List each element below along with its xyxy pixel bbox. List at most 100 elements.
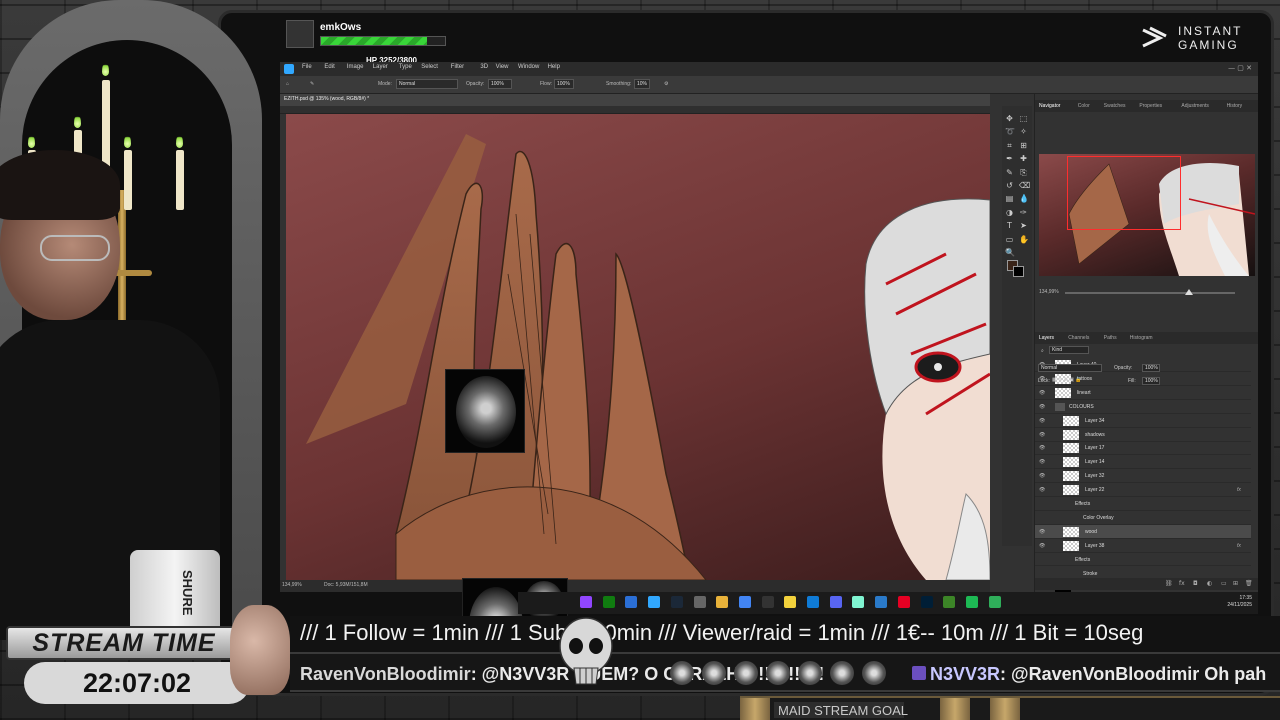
layer-fill-input[interactable]: 100% — [1142, 377, 1160, 385]
photoshop-logo-icon[interactable] — [284, 64, 294, 74]
gradient-tool-icon[interactable]: ▤ — [1005, 194, 1014, 203]
menu-filter[interactable]: Filter — [451, 64, 464, 70]
visibility-eye-icon[interactable]: 👁 — [1039, 473, 1045, 479]
layer-opacity-input[interactable]: 100% — [1142, 364, 1160, 372]
streamlabs-icon[interactable] — [852, 596, 865, 608]
menu-image[interactable]: Image — [347, 64, 364, 70]
tab-swatches[interactable]: Swatches — [1104, 103, 1126, 109]
eyedropper-tool-icon[interactable]: ✒ — [1005, 154, 1014, 163]
type-tool-icon[interactable]: T — [1005, 221, 1014, 230]
lasso-tool-icon[interactable]: ➰ — [1005, 127, 1015, 136]
zoom-tool-icon[interactable]: 🔍 — [1005, 248, 1015, 257]
blur-tool-icon[interactable]: 💧 — [1019, 194, 1029, 203]
layer-row[interactable]: 👁 shadows — [1035, 428, 1251, 442]
navigator-preview[interactable] — [1039, 154, 1255, 276]
tab-layers[interactable]: Layers — [1039, 335, 1054, 341]
tab-properties[interactable]: Properties — [1139, 103, 1162, 109]
menu-window[interactable]: Window — [518, 64, 539, 70]
visibility-eye-icon[interactable]: 👁 — [1039, 390, 1045, 396]
visibility-eye-icon[interactable]: 👁 — [1039, 445, 1045, 451]
filter-kind-icon[interactable]: ⌕ — [1041, 348, 1044, 354]
window-controls[interactable]: — ▢ ✕ — [1228, 64, 1252, 72]
blend-mode-select[interactable]: Normal — [1038, 364, 1102, 372]
tab-history[interactable]: History — [1227, 103, 1243, 109]
settings-gear-icon[interactable]: ⚙ — [664, 81, 668, 87]
brush-tool-icon[interactable]: ✎ — [1005, 168, 1014, 177]
layer-effect-row[interactable]: Effects — [1035, 553, 1251, 567]
tab-navigator[interactable]: Navigator — [1039, 103, 1060, 109]
dodge-tool-icon[interactable]: ◑ — [1005, 208, 1014, 217]
green-app-icon[interactable] — [988, 596, 1001, 608]
yellow-app-icon[interactable] — [784, 596, 797, 608]
link-layers-icon[interactable]: ⛓ — [1165, 580, 1173, 587]
visibility-eye-icon[interactable]: 👁 — [1039, 404, 1045, 410]
visibility-eye-icon[interactable]: 👁 — [1039, 418, 1045, 424]
epic-icon[interactable] — [761, 596, 774, 608]
crop-tool-icon[interactable]: ⌗ — [1005, 141, 1014, 150]
menu-edit[interactable]: Edit — [324, 64, 334, 70]
layer-row[interactable]: 👁 Layer 17 — [1035, 441, 1251, 456]
tab-channels[interactable]: Channels — [1068, 335, 1089, 341]
photoshop-pro-icon[interactable] — [920, 596, 933, 608]
layer-row[interactable]: 👁 Layer 22 fx — [1035, 483, 1251, 498]
eraser-tool-icon[interactable]: ⌫ — [1019, 181, 1030, 190]
delete-layer-icon[interactable]: 🗑 — [1245, 580, 1253, 587]
tab-adjustments[interactable]: Adjustments — [1181, 103, 1209, 109]
tab-paths[interactable]: Paths — [1104, 335, 1117, 341]
home-icon[interactable]: ⌂ — [286, 81, 289, 87]
minecraft-icon[interactable] — [943, 596, 956, 608]
background-color-swatch[interactable] — [1013, 266, 1024, 277]
steam-icon[interactable] — [670, 596, 683, 608]
tab-color[interactable]: Color — [1078, 103, 1090, 109]
magic-wand-tool-icon[interactable]: ✧ — [1019, 127, 1028, 136]
folder-icon[interactable] — [716, 596, 729, 608]
smoothing-input[interactable]: 10% — [634, 79, 650, 89]
layer-effect-row[interactable]: Color Overlay — [1035, 511, 1251, 525]
pen-tool-icon[interactable]: ✑ — [1019, 208, 1028, 217]
menu-view[interactable]: View — [496, 64, 509, 70]
xbox-icon[interactable] — [602, 596, 615, 608]
visibility-eye-icon[interactable]: 👁 — [1039, 543, 1045, 549]
visibility-eye-icon[interactable]: 👁 — [1039, 529, 1045, 535]
layer-fx-icon[interactable]: fx — [1237, 487, 1241, 493]
marquee-tool-icon[interactable]: ⬚ — [1019, 114, 1028, 123]
discord-icon[interactable] — [829, 596, 842, 608]
opacity-input[interactable]: 100% — [488, 79, 512, 89]
layer-fx-icon[interactable]: fx — [1237, 543, 1241, 549]
visibility-eye-icon[interactable]: 👁 — [1039, 432, 1045, 438]
layer-filter-kind[interactable]: Kind — [1049, 346, 1089, 354]
photoshop-icon[interactable] — [648, 596, 661, 608]
layer-row[interactable]: 👁 Layer 38 fx — [1035, 539, 1251, 553]
menu-select[interactable]: Select — [421, 64, 438, 70]
fx-icon[interactable]: fx — [1179, 580, 1185, 587]
path-select-tool-icon[interactable]: ➤ — [1019, 221, 1028, 230]
layer-effect-row[interactable]: Effects — [1035, 497, 1251, 511]
stamp-tool-icon[interactable]: ⎘ — [1019, 168, 1028, 177]
zoom-slider-knob[interactable] — [1185, 289, 1193, 295]
healing-tool-icon[interactable]: ✚ — [1019, 154, 1028, 163]
windows-icon[interactable] — [625, 596, 638, 608]
lock-icons[interactable]: ▦ ✎ ✥ ▣ 🔒 — [1052, 377, 1082, 383]
layer-group-row[interactable]: 👁 COLOURS — [1035, 400, 1251, 414]
hand-tool-icon[interactable]: ✋ — [1019, 235, 1029, 244]
menu-3d[interactable]: 3D — [480, 64, 488, 70]
photoshop-alt-icon[interactable] — [875, 596, 888, 608]
edge-icon[interactable] — [807, 596, 819, 608]
pinterest-icon[interactable] — [897, 596, 910, 608]
tab-histogram[interactable]: Histogram — [1130, 335, 1153, 341]
document-canvas[interactable] — [286, 114, 990, 580]
brush-tool-icon[interactable]: ✎ — [310, 81, 314, 87]
status-zoom[interactable]: 134,99% — [282, 582, 302, 588]
spotify-icon[interactable] — [965, 596, 978, 608]
twitch-icon[interactable] — [580, 596, 592, 608]
new-layer-icon[interactable]: ⊞ — [1233, 580, 1238, 587]
adjustment-icon[interactable]: ◐ — [1207, 580, 1212, 587]
layer-row[interactable]: 👁 Layer 14 — [1035, 455, 1251, 470]
chrome-icon[interactable] — [738, 596, 751, 608]
rectangle-tool-icon[interactable]: ▭ — [1005, 235, 1014, 244]
obs-icon[interactable] — [693, 596, 706, 608]
menu-type[interactable]: Type — [399, 64, 412, 70]
menu-help[interactable]: Help — [548, 64, 560, 70]
history-brush-tool-icon[interactable]: ↺ — [1005, 181, 1014, 190]
taskbar-clock[interactable]: 17:35 24/11/2025 — [1227, 595, 1252, 609]
